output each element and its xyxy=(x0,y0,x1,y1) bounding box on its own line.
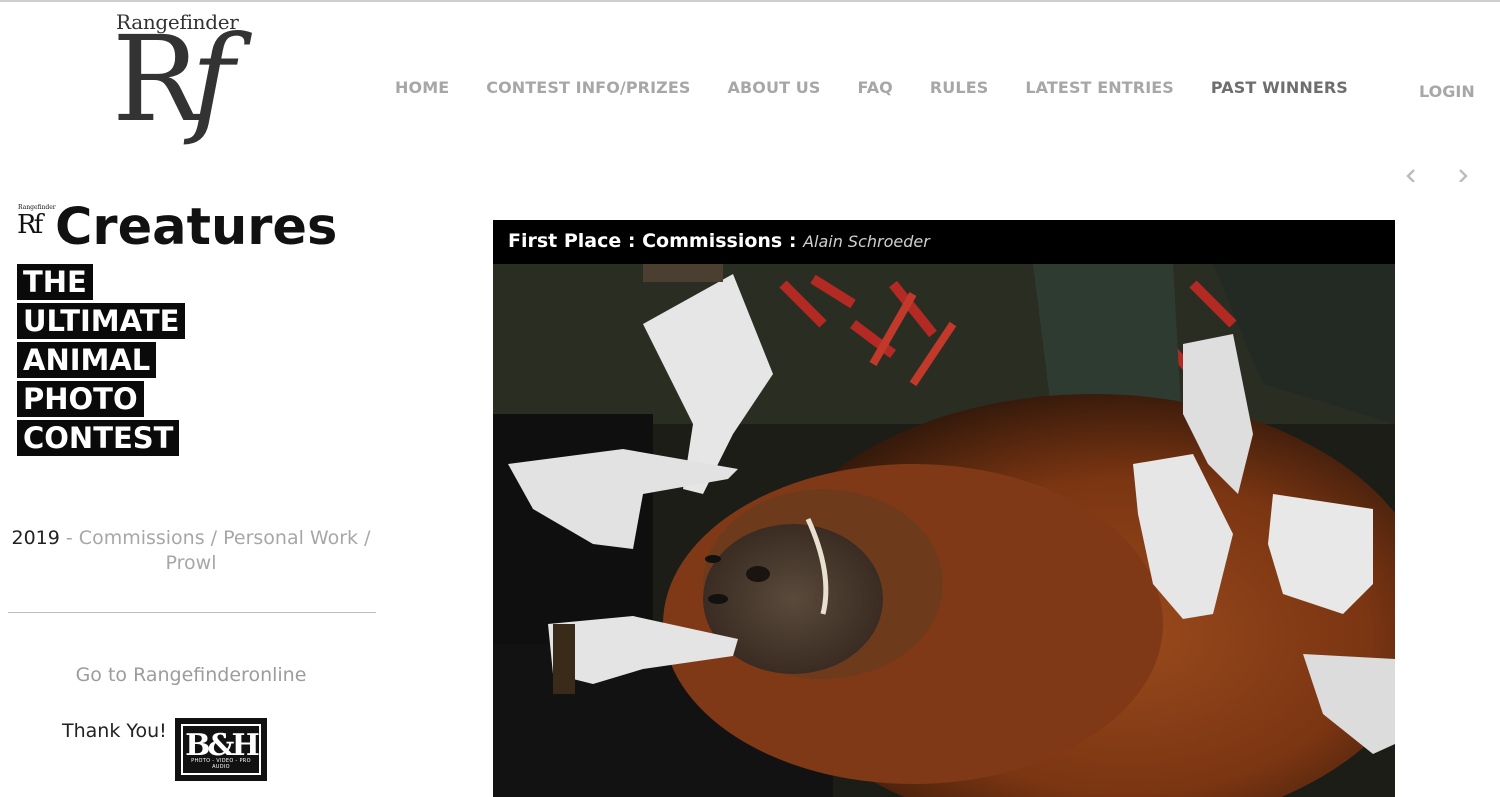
rangefinder-logo[interactable]: Rangefinder Rf xyxy=(112,10,282,170)
orangutan-photo xyxy=(493,264,1395,797)
year-label: 2019 xyxy=(11,527,60,549)
badge-line: THE xyxy=(17,264,93,300)
main-nav: HOME CONTEST INFO/PRIZES ABOUT US FAQ RU… xyxy=(395,78,1385,100)
logo-monogram: Rf xyxy=(112,10,234,148)
goto-rangefinderonline-link[interactable]: Go to Rangefinderonline xyxy=(8,664,374,686)
photo-caption: First Place : Commissions : Alain Schroe… xyxy=(493,220,1395,264)
nav-latest-entries[interactable]: LATEST ENTRIES xyxy=(1025,78,1174,100)
nav-rules[interactable]: RULES xyxy=(930,78,988,100)
badge-title: Creatures xyxy=(55,198,338,257)
nav-about-us[interactable]: ABOUT US xyxy=(728,78,821,100)
category-link-commissions[interactable]: Commissions xyxy=(79,527,205,549)
category-link-prowl[interactable]: Prowl xyxy=(166,552,217,574)
top-border xyxy=(0,0,1500,2)
thank-you-text: Thank You! xyxy=(62,720,167,742)
year-categories: 2019 - Commissions / Personal Work / Prow… xyxy=(11,527,371,574)
nav-faq[interactable]: FAQ xyxy=(858,78,893,100)
category-link-personal-work[interactable]: Personal Work xyxy=(223,527,358,549)
chevron-right-icon[interactable] xyxy=(1456,168,1470,182)
bh-sponsor-logo[interactable]: B&H PHOTO - VIDEO - PRO AUDIO xyxy=(175,718,267,781)
badge-line: ANIMAL xyxy=(17,342,157,378)
badge-line: CONTEST xyxy=(17,420,180,456)
badge-line: PHOTO xyxy=(17,381,144,417)
nav-past-winners[interactable]: PAST WINNERS xyxy=(1211,78,1348,100)
chevron-left-icon[interactable] xyxy=(1404,168,1418,182)
creatures-contest-badge: Rangefinder Rf Creatures THE ULTIMATE ANI… xyxy=(17,198,377,460)
featured-photo-slide[interactable]: First Place : Commissions : Alain Schroe… xyxy=(493,220,1395,797)
badge-small-logo: Rangefinder Rf xyxy=(17,204,56,240)
nav-home[interactable]: HOME xyxy=(395,78,449,100)
badge-line: ULTIMATE xyxy=(17,303,186,339)
nav-contest-info[interactable]: CONTEST INFO/PRIZES xyxy=(486,78,690,100)
photo-author: Alain Schroeder xyxy=(803,232,930,251)
sidebar-divider xyxy=(8,612,376,613)
login-link[interactable]: LOGIN xyxy=(1419,82,1475,101)
